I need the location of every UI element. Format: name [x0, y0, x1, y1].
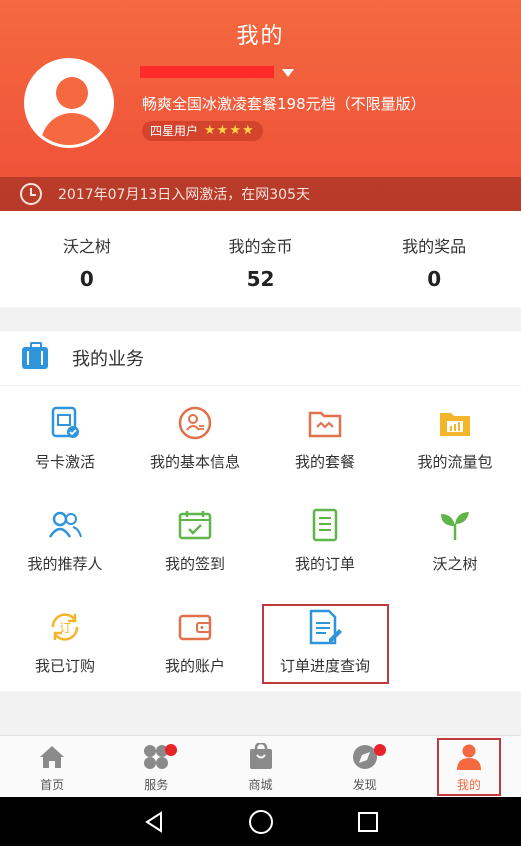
notification-dot: [373, 744, 386, 756]
avatar[interactable]: [24, 58, 114, 148]
service-account[interactable]: 我的账户: [130, 591, 260, 693]
member-level-badge: 四星用户 ★★★★: [142, 121, 263, 141]
services-icon: [141, 742, 178, 772]
service-label: 我的基本信息: [149, 453, 240, 471]
stat-label: 我的金币: [228, 237, 293, 256]
highlight-order-progress: [262, 604, 389, 684]
service-my-orders[interactable]: 我的订单: [260, 489, 390, 591]
service-label: 我的账户: [164, 657, 225, 675]
services-grid: 号卡激活 我的基本信息 我的套餐 我的流量包 我的推荐人 我的签到 我的订单 沃…: [0, 387, 521, 693]
home-icon: [37, 742, 67, 772]
profile-info-icon: [177, 405, 213, 441]
stat-value: 0: [427, 267, 442, 291]
service-label: 我已订购: [34, 657, 95, 675]
tab-services[interactable]: 服务: [104, 736, 208, 797]
member-level-label: 四星用户: [150, 124, 199, 138]
home-circle-icon[interactable]: [245, 806, 277, 838]
tab-home[interactable]: 首页: [0, 736, 104, 797]
profile-header: 我的 畅爽全国冰激凌套餐198元档（不限量版） 四星用户 ★★★★ 2017年0…: [0, 0, 521, 211]
service-referrer[interactable]: 我的推荐人: [0, 489, 130, 591]
tab-label: 商城: [248, 778, 273, 792]
tab-label: 首页: [40, 778, 65, 792]
highlight-me-tab: [437, 738, 501, 796]
chevron-down-icon[interactable]: [282, 69, 294, 77]
check-in-icon: [177, 507, 213, 543]
data-pack-icon: [437, 405, 473, 441]
tab-discover[interactable]: 发现: [313, 736, 417, 797]
page-title: 我的: [236, 24, 285, 49]
tab-label: 发现: [352, 778, 377, 792]
notification-dot: [165, 744, 178, 756]
service-check-in[interactable]: 我的签到: [130, 489, 260, 591]
svg-text:订: 订: [59, 621, 71, 635]
services-title: 我的业务: [72, 349, 144, 370]
stat-label: 沃之树: [62, 237, 111, 256]
service-label: 号卡激活: [34, 453, 95, 471]
back-icon[interactable]: [138, 806, 170, 838]
stat-coins[interactable]: 我的金币 52: [174, 211, 348, 307]
activation-text: 2017年07月13日入网激活，在网305天: [58, 187, 310, 203]
stat-value: 0: [79, 267, 94, 291]
star-rating-icon: ★★★★: [204, 123, 255, 138]
redacted-phone-number[interactable]: [140, 66, 274, 78]
service-my-package[interactable]: 我的套餐: [260, 387, 390, 489]
service-label: 沃之树: [432, 555, 478, 573]
service-label: 我的推荐人: [27, 555, 103, 573]
service-label: 我的流量包: [417, 453, 493, 471]
package-icon: [307, 405, 343, 441]
service-sim-activation[interactable]: 号卡激活: [0, 387, 130, 489]
order-icon: [307, 507, 343, 543]
tab-label: 服务: [144, 778, 169, 792]
subscribed-icon: 订: [47, 609, 83, 645]
discover-icon: [350, 742, 386, 772]
service-label: 我的订单: [294, 555, 355, 573]
stats-row: 沃之树 0 我的金币 52 我的奖品 0: [0, 211, 521, 307]
service-label: 我的签到: [164, 555, 225, 573]
clock-icon: [20, 183, 42, 205]
referrer-icon: [47, 507, 83, 543]
tree-icon: [437, 507, 473, 543]
stat-value: 52: [246, 267, 275, 291]
plan-name: 畅爽全国冰激凌套餐198元档（不限量版）: [142, 95, 426, 113]
android-nav-bar: [0, 797, 521, 846]
service-wo-tree[interactable]: 沃之树: [390, 489, 520, 591]
sim-card-icon: [47, 405, 83, 441]
stat-tree[interactable]: 沃之树 0: [0, 211, 174, 307]
recents-icon[interactable]: [352, 806, 384, 838]
service-data-pack[interactable]: 我的流量包: [390, 387, 520, 489]
tab-shop[interactable]: 商城: [208, 736, 312, 797]
wallet-icon: [177, 609, 213, 645]
stat-prizes[interactable]: 我的奖品 0: [347, 211, 521, 307]
briefcase-icon: [22, 342, 48, 369]
stat-label: 我的奖品: [402, 237, 467, 256]
my-services-section: 我的业务 号卡激活 我的基本信息 我的套餐 我的流量包 我的推荐人 我的签到 我…: [0, 331, 521, 691]
service-label: 我的套餐: [294, 453, 355, 471]
services-header: 我的业务: [0, 331, 521, 386]
activation-info: 2017年07月13日入网激活，在网305天: [0, 177, 521, 211]
service-subscribed[interactable]: 订 我已订购: [0, 591, 130, 693]
service-basic-info[interactable]: 我的基本信息: [130, 387, 260, 489]
shop-icon: [246, 742, 276, 772]
